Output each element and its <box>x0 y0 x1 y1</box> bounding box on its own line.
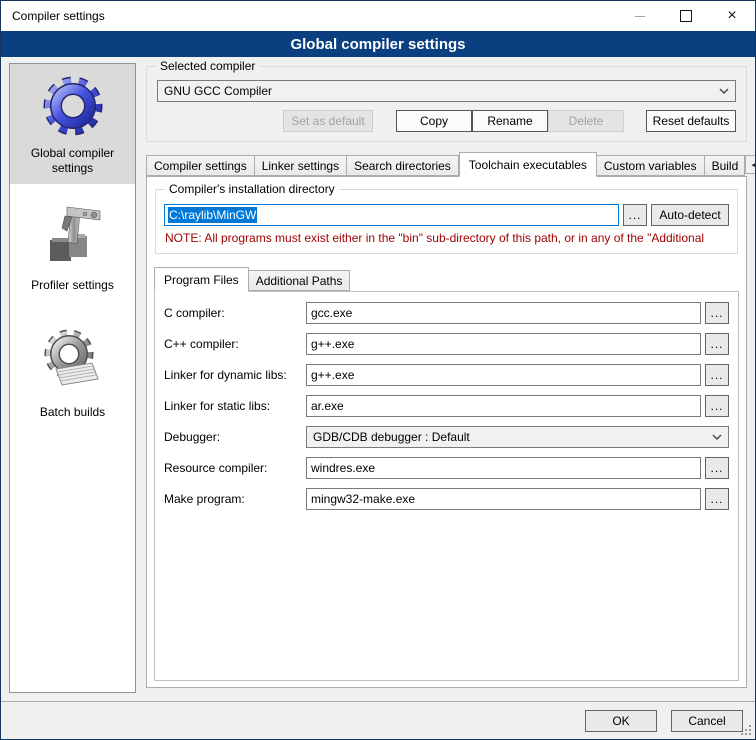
auto-detect-button[interactable]: Auto-detect <box>651 204 729 226</box>
close-icon: × <box>727 8 736 24</box>
field-label: C++ compiler: <box>164 337 306 351</box>
tab-compiler-settings[interactable]: Compiler settings <box>146 155 255 176</box>
set-as-default-button[interactable]: Set as default <box>283 110 373 132</box>
compiler-buttons-row: Set as default Copy Rename Delete Reset … <box>157 110 736 132</box>
tab-scroll-left-button[interactable]: ◀ <box>745 155 756 174</box>
installation-directory-browse-button[interactable]: ... <box>623 204 647 226</box>
field-row-c-compiler: C compiler: ... <box>164 302 729 324</box>
field-row-make-program: Make program: ... <box>164 488 729 510</box>
minimize-icon <box>635 16 645 17</box>
sidebar-item-label: Profiler settings <box>31 278 114 292</box>
titlebar: Compiler settings × <box>1 1 755 31</box>
rename-button[interactable]: Rename <box>472 110 548 132</box>
installation-directory-value: C:\raylib\MinGW <box>168 207 257 223</box>
ok-button[interactable]: OK <box>585 710 657 732</box>
installation-directory-note: NOTE: All programs must exist either in … <box>165 231 729 245</box>
subtab-additional-paths[interactable]: Additional Paths <box>249 270 351 291</box>
window-title: Compiler settings <box>1 9 105 23</box>
gray-gear-stack-icon <box>14 327 131 401</box>
installation-directory-input[interactable]: C:\raylib\MinGW <box>164 204 619 226</box>
field-label: Make program: <box>164 492 306 506</box>
maximize-button[interactable] <box>663 1 709 31</box>
linker-static-browse-button[interactable]: ... <box>705 395 729 417</box>
window-controls: × <box>617 1 755 31</box>
debugger-select-value: GDB/CDB debugger : Default <box>313 430 712 444</box>
minimize-button[interactable] <box>617 1 663 31</box>
reset-defaults-button[interactable]: Reset defaults <box>646 110 736 132</box>
sidebar-item-label: Global compiler settings <box>31 146 114 175</box>
field-row-linker-static: Linker for static libs: ... <box>164 395 729 417</box>
program-files-tabstrip: Program Files Additional Paths <box>154 266 739 291</box>
compiler-select-value: GNU GCC Compiler <box>164 84 719 98</box>
sidebar-item-profiler-settings[interactable]: Profiler settings <box>10 184 135 301</box>
make-program-input[interactable] <box>306 488 701 510</box>
tab-search-directories[interactable]: Search directories <box>347 155 459 176</box>
debugger-select[interactable]: GDB/CDB debugger : Default <box>306 426 729 448</box>
blue-gear-icon <box>14 74 131 142</box>
copy-button[interactable]: Copy <box>396 110 472 132</box>
cpp-compiler-input[interactable] <box>306 333 701 355</box>
chevron-down-icon <box>719 88 729 94</box>
field-label: Resource compiler: <box>164 461 306 475</box>
delete-button[interactable]: Delete <box>548 110 624 132</box>
settings-category-list: Global compiler settings <box>9 63 136 693</box>
field-label: Linker for static libs: <box>164 399 306 413</box>
compiler-settings-dialog: Compiler settings × Global compiler sett… <box>0 0 756 740</box>
c-compiler-browse-button[interactable]: ... <box>705 302 729 324</box>
dialog-footer: OK Cancel <box>1 701 755 739</box>
linker-static-input[interactable] <box>306 395 701 417</box>
left-arrow-icon: ◀ <box>751 161 756 169</box>
main-area: Selected compiler GNU GCC Compiler Set a… <box>146 63 747 739</box>
c-compiler-input[interactable] <box>306 302 701 324</box>
field-row-debugger: Debugger: GDB/CDB debugger : Default <box>164 426 729 448</box>
tab-custom-variables[interactable]: Custom variables <box>597 155 705 176</box>
field-label: Debugger: <box>164 430 306 444</box>
cpp-compiler-browse-button[interactable]: ... <box>705 333 729 355</box>
sidebar-item-batch-builds[interactable]: Batch builds <box>10 301 135 428</box>
field-row-linker-dynamic: Linker for dynamic libs: ... <box>164 364 729 386</box>
resource-compiler-browse-button[interactable]: ... <box>705 457 729 479</box>
installation-directory-group: Compiler's installation directory C:\ray… <box>155 189 738 254</box>
linker-dynamic-input[interactable] <box>306 364 701 386</box>
tab-build-options[interactable]: Build <box>705 155 745 176</box>
settings-tabstrip: Compiler settings Linker settings Search… <box>146 151 747 176</box>
caliper-icon <box>14 198 131 274</box>
close-button[interactable]: × <box>709 1 755 31</box>
make-program-browse-button[interactable]: ... <box>705 488 729 510</box>
field-label: Linker for dynamic libs: <box>164 368 306 382</box>
sidebar-item-label: Batch builds <box>40 405 105 419</box>
field-label: C compiler: <box>164 306 306 320</box>
toolchain-executables-page: Compiler's installation directory C:\ray… <box>146 176 747 688</box>
maximize-icon <box>680 10 692 22</box>
subtab-program-files[interactable]: Program Files <box>154 267 249 292</box>
dialog-content: Global compiler settings <box>1 57 755 739</box>
field-row-cpp-compiler: C++ compiler: ... <box>164 333 729 355</box>
tab-toolchain-executables[interactable]: Toolchain executables <box>459 152 597 177</box>
sidebar-item-global-compiler-settings[interactable]: Global compiler settings <box>10 64 135 184</box>
field-row-resource-compiler: Resource compiler: ... <box>164 457 729 479</box>
dialog-banner: Global compiler settings <box>1 31 755 57</box>
selected-compiler-group: Selected compiler GNU GCC Compiler Set a… <box>146 66 747 142</box>
resize-grip[interactable] <box>749 733 751 735</box>
cancel-button[interactable]: Cancel <box>671 710 743 732</box>
banner-title: Global compiler settings <box>290 36 465 53</box>
selected-compiler-group-label: Selected compiler <box>156 59 259 73</box>
installation-directory-row: C:\raylib\MinGW ... Auto-detect <box>164 204 729 226</box>
program-files-page: C compiler: ... C++ compiler: ... <box>154 291 739 681</box>
compiler-select[interactable]: GNU GCC Compiler <box>157 80 736 102</box>
tab-linker-settings[interactable]: Linker settings <box>255 155 347 176</box>
resource-compiler-input[interactable] <box>306 457 701 479</box>
linker-dynamic-browse-button[interactable]: ... <box>705 364 729 386</box>
chevron-down-icon <box>712 434 722 440</box>
tab-scroll-arrows: ◀ ▶ <box>745 155 756 176</box>
installation-directory-group-label: Compiler's installation directory <box>165 182 339 196</box>
